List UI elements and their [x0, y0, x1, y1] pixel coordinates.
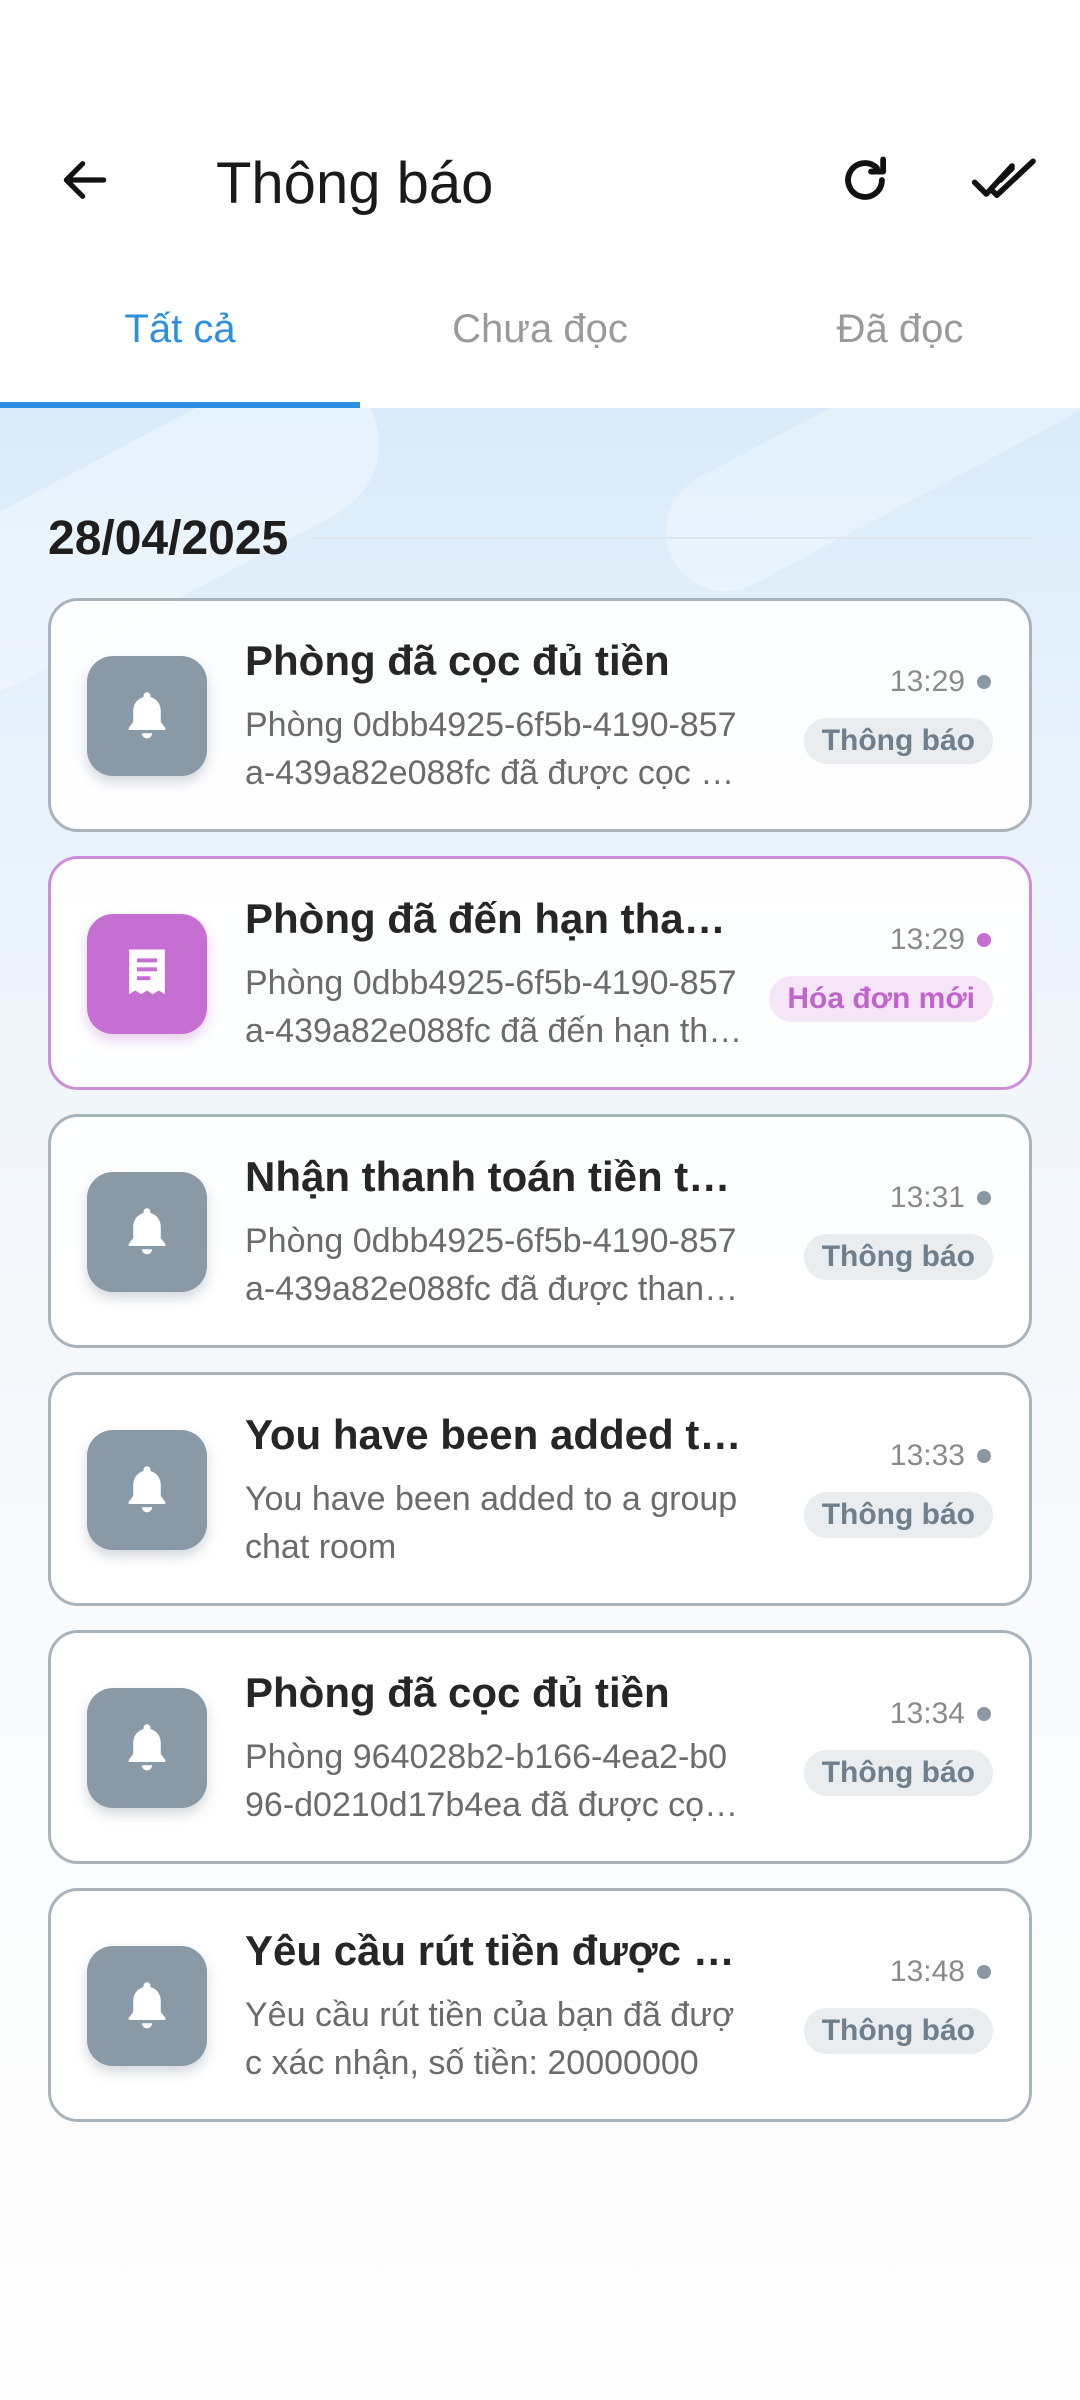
time-text: 13:31 — [889, 1181, 965, 1214]
time-text: 13:34 — [889, 1697, 965, 1730]
notification-time: 13:33 — [890, 1439, 991, 1473]
tab-unread[interactable]: Chưa đọc — [360, 280, 720, 408]
double-check-icon — [971, 158, 1036, 198]
notification-icon-tile — [87, 1688, 207, 1808]
status-dot — [977, 675, 991, 689]
category-badge: Thông báo — [803, 1492, 993, 1538]
notification-time: 13:34 — [890, 1697, 991, 1731]
notification-icon-tile — [87, 1946, 207, 2066]
notification-time: 13:31 — [890, 1181, 991, 1215]
status-dot — [977, 933, 991, 947]
status-dot — [977, 1191, 991, 1205]
notification-icon-tile — [87, 656, 207, 776]
status-dot — [977, 1449, 991, 1463]
notification-card[interactable]: Nhận thanh toán tiền thuê phòng Phòng 0d… — [48, 1114, 1032, 1348]
status-dot — [977, 1707, 991, 1721]
notification-icon-tile — [87, 914, 207, 1034]
receipt-icon — [129, 949, 165, 995]
divider — [312, 537, 1032, 539]
back-button[interactable] — [50, 145, 120, 215]
bell-icon — [128, 1724, 166, 1771]
time-text: 13:29 — [889, 665, 965, 698]
bell-icon — [128, 1982, 166, 2029]
notification-body: You have been added to a group chat room — [245, 1480, 738, 1566]
date-header: 28/04/2025 — [48, 508, 1032, 568]
tab-all[interactable]: Tất cả — [0, 280, 360, 408]
notification-time: 13:29 — [890, 665, 991, 699]
category-badge: Thông báo — [803, 2008, 993, 2054]
app-bar: Thông báo — [0, 0, 1080, 270]
mark-all-read-button[interactable] — [965, 145, 1045, 215]
notification-title: Phòng đã cọc đủ tiền — [245, 637, 670, 684]
tab-bar: Tất cả Chưa đọc Đã đọc — [0, 280, 1080, 408]
page-title: Thông báo — [216, 151, 494, 216]
bell-icon — [128, 692, 166, 739]
time-text: 13:33 — [889, 1439, 965, 1472]
bell-icon — [128, 1466, 166, 1513]
time-text: 13:48 — [889, 1955, 965, 1988]
notification-card[interactable]: You have been added to a group chat room… — [48, 1372, 1032, 1606]
notification-card[interactable]: Phòng đã cọc đủ tiền Phòng 0dbb4925-6f5b… — [48, 598, 1032, 832]
notification-title: Phòng đã cọc đủ tiền — [245, 1669, 670, 1716]
notification-card[interactable]: Phòng đã đến hạn thanh toán Phòng 0dbb49… — [48, 856, 1032, 1090]
notification-time: 13:48 — [890, 1955, 991, 1989]
notification-body: Phòng 0dbb4925-6f5b-4190-857a-439a82e088… — [245, 706, 739, 792]
notification-icon-tile — [87, 1172, 207, 1292]
tab-read[interactable]: Đã đọc — [720, 280, 1080, 408]
notification-title: Yêu cầu rút tiền được xác nhận — [245, 1927, 745, 1974]
category-badge: Thông báo — [803, 718, 993, 764]
arrow-left-icon — [63, 161, 107, 199]
notification-body: Phòng 0dbb4925-6f5b-4190-857a-439a82e088… — [245, 1222, 742, 1308]
notification-body: Yêu cầu rút tiền của bạn đã được xác nhậ… — [245, 1996, 735, 2082]
status-dot — [977, 1965, 991, 1979]
bell-icon — [128, 1208, 166, 1255]
category-badge: Hóa đơn mới — [769, 976, 993, 1022]
notification-time: 13:29 — [890, 923, 991, 957]
notification-icon-tile — [87, 1430, 207, 1550]
notification-title: Phòng đã đến hạn thanh toán — [245, 895, 745, 942]
notification-body: Phòng 0dbb4925-6f5b-4190-857a-439a82e088… — [245, 964, 737, 1050]
refresh-icon — [845, 156, 887, 200]
date-label: 28/04/2025 — [48, 511, 289, 565]
notification-card[interactable]: Phòng đã cọc đủ tiền Phòng 964028b2-b166… — [48, 1630, 1032, 1864]
time-text: 13:29 — [889, 923, 965, 956]
notification-card[interactable]: Yêu cầu rút tiền được xác nhận Yêu cầu r… — [48, 1888, 1032, 2122]
category-badge: Thông báo — [803, 1234, 993, 1280]
notification-body: Phòng 964028b2-b166-4ea2-b096-d0210d17b4… — [245, 1738, 728, 1824]
notification-list[interactable]: 28/04/2025 Phòng đã cọc đủ tiền Phòng 0d… — [0, 408, 1080, 2400]
refresh-button[interactable] — [830, 145, 900, 215]
category-badge: Thông báo — [803, 1750, 993, 1796]
notification-title: Nhận thanh toán tiền thuê phòng — [245, 1153, 745, 1200]
notification-title: You have been added to a group chat room — [245, 1411, 745, 1458]
